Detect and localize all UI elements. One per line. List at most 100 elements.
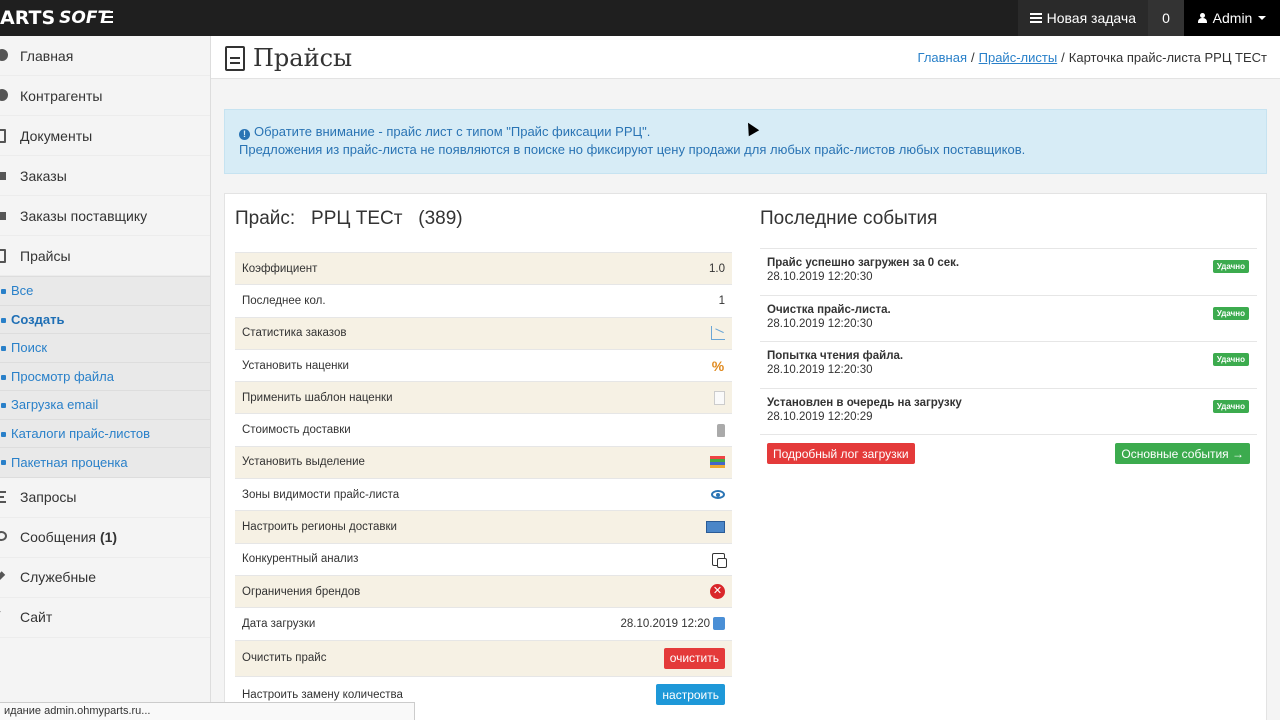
bottle-icon[interactable]	[717, 423, 725, 437]
table-row[interactable]: Установить наценки%	[235, 348, 732, 381]
compare-icon[interactable]	[712, 552, 727, 568]
table-row[interactable]: Зоны видимости прайс-листа	[235, 478, 732, 510]
user-icon	[1197, 13, 1207, 23]
events-title: Последние события	[760, 208, 938, 229]
row-value: 1.0	[709, 262, 725, 275]
table-row[interactable]: Настроить регионы доставки	[235, 510, 732, 543]
row-label: Дата загрузки	[242, 617, 316, 630]
row-label: Коэффициент	[242, 262, 318, 275]
user-menu[interactable]: Admin	[1184, 0, 1280, 36]
home-icon	[0, 49, 8, 61]
info-icon: !	[239, 129, 250, 140]
event-title: Установлен в очередь на загрузку	[767, 396, 962, 409]
sidebar-item-label: Служебные	[20, 569, 97, 585]
recent-events: Последние события Прайс успешно загружен…	[760, 208, 1257, 472]
price-title: Прайс: РРЦ ТЕСт (389)	[235, 208, 463, 230]
sidebar-item-site[interactable]: Сайт	[0, 598, 210, 638]
messages-icon	[0, 530, 7, 541]
chart-icon[interactable]	[711, 326, 725, 341]
palette-icon[interactable]	[710, 456, 725, 469]
percent-icon[interactable]: %	[711, 359, 725, 373]
main-events-button[interactable]: Основные события →	[1115, 443, 1250, 464]
sidebar-item-supplier-orders[interactable]: Заказы поставщику	[0, 196, 210, 236]
sidebar-item-orders[interactable]: Заказы	[0, 156, 210, 196]
price-title-label: Прайс:	[235, 208, 296, 229]
sidebar-item-label: Сообщения	[20, 529, 96, 545]
row-label: Ограничения брендов	[242, 585, 361, 598]
row-label: Конкурентный анализ	[242, 553, 359, 566]
table-row: Дата загрузки 28.10.2019 12:20	[235, 607, 732, 639]
event-title: Очистка прайс-листа.	[767, 303, 891, 316]
table-row[interactable]: Установить выделение	[235, 445, 732, 479]
submenu-item-view-file[interactable]: Просмотр файла	[0, 363, 210, 391]
event-time: 28.10.2019 12:20:30	[767, 364, 873, 376]
eye-icon[interactable]	[711, 490, 725, 500]
sidebar-item-messages[interactable]: Сообщения (1)	[0, 518, 210, 558]
table-row[interactable]: Конкурентный анализ	[235, 542, 732, 575]
status-badge: Удачно	[1212, 353, 1249, 366]
table-row: Коэффициент 1.0	[235, 252, 732, 285]
configure-quantity-button[interactable]: настроить	[656, 684, 725, 706]
users-icon	[0, 89, 8, 101]
events-list: Прайс успешно загружен за 0 сек. 28.10.2…	[760, 248, 1257, 435]
map-icon[interactable]	[706, 521, 725, 534]
refresh-icon[interactable]	[713, 617, 725, 631]
table-row[interactable]: Применить шаблон наценки	[235, 381, 732, 414]
page-icon[interactable]	[714, 390, 725, 405]
sidebar-item-label: Контрагенты	[20, 87, 103, 104]
clear-price-button[interactable]: очистить	[663, 647, 725, 669]
table-row: Последнее кол. 1	[235, 284, 732, 316]
breadcrumb-home[interactable]: Главная	[918, 50, 967, 65]
cart-icon	[0, 172, 6, 180]
event-time: 28.10.2019 12:20:29	[767, 410, 873, 423]
sidebar-item-label: Документы	[20, 127, 93, 144]
notification-counter[interactable]: 0	[1148, 0, 1184, 36]
sidebar-item-home[interactable]: Главная	[0, 36, 210, 76]
submenu-item-email-upload[interactable]: Загрузка email	[0, 391, 210, 420]
breadcrumb-separator: /	[1061, 50, 1065, 65]
menu-toggle-icon[interactable]	[90, 4, 124, 30]
submenu-item-create[interactable]: Создать	[0, 306, 210, 334]
main-content: Прайсы Главная / Прайс-листы / Карточка …	[211, 36, 1280, 720]
price-name: РРЦ ТЕСт	[311, 208, 403, 229]
table-row[interactable]: Стоимость доставки	[235, 413, 732, 445]
submenu-item-all[interactable]: Все	[0, 277, 210, 306]
row-label: Последнее кол.	[242, 294, 326, 307]
detailed-log-button[interactable]: Подробный лог загрузки	[767, 443, 915, 464]
truck-icon	[0, 212, 6, 220]
sidebar-item-documents[interactable]: Документы	[0, 116, 210, 156]
row-value: 1	[718, 294, 725, 307]
row-label: Установить наценки	[242, 359, 349, 372]
sidebar-item-requests[interactable]: Запросы	[0, 478, 210, 518]
sidebar-item-service[interactable]: Служебные	[0, 558, 210, 598]
sidebar-item-contractors[interactable]: Контрагенты	[0, 76, 210, 116]
status-badge: Удачно	[1212, 260, 1249, 273]
page-title: Прайсы	[225, 44, 352, 72]
wrench-icon	[0, 570, 6, 585]
submenu-item-batch-pricing[interactable]: Пакетная проценка	[0, 448, 210, 477]
table-row[interactable]: Ограничения брендов ✕	[235, 574, 732, 608]
sidebar-item-label: Прайсы	[20, 247, 71, 264]
table-row[interactable]: Статистика заказов	[235, 316, 732, 349]
tasks-icon	[1029, 13, 1042, 23]
sidebar-item-label: Заказы поставщику	[20, 207, 148, 224]
caret-down-icon	[1258, 16, 1267, 20]
sidebar: Главная Контрагенты Документы Заказы Зак…	[0, 36, 211, 720]
breadcrumb: Главная / Прайс-листы / Карточка прайс-л…	[918, 50, 1267, 65]
price-count: (389)	[418, 208, 463, 229]
upload-date: 28.10.2019 12:20	[620, 617, 710, 630]
events-buttons: Подробный лог загрузки Основные события …	[760, 435, 1257, 472]
submenu-item-search[interactable]: Поиск	[0, 334, 210, 363]
file-icon	[0, 249, 6, 263]
new-task-button[interactable]: Новая задача	[1017, 0, 1148, 36]
list-item: Прайс успешно загружен за 0 сек. 28.10.2…	[760, 249, 1257, 296]
price-card-panel: Прайс: РРЦ ТЕСт (389) Коэффициент 1.0 Пос…	[224, 193, 1267, 720]
submenu-item-catalogs[interactable]: Каталоги прайс-листов	[0, 420, 210, 448]
file-icon	[225, 45, 245, 71]
breadcrumb-pricelists[interactable]: Прайс-листы	[979, 50, 1058, 65]
sidebar-item-prices[interactable]: Прайсы	[0, 236, 210, 276]
stop-icon[interactable]: ✕	[710, 584, 725, 600]
event-title: Прайс успешно загружен за 0 сек.	[767, 257, 960, 269]
page-title-text: Прайсы	[253, 44, 353, 72]
sidebar-item-label: Запросы	[20, 489, 77, 505]
